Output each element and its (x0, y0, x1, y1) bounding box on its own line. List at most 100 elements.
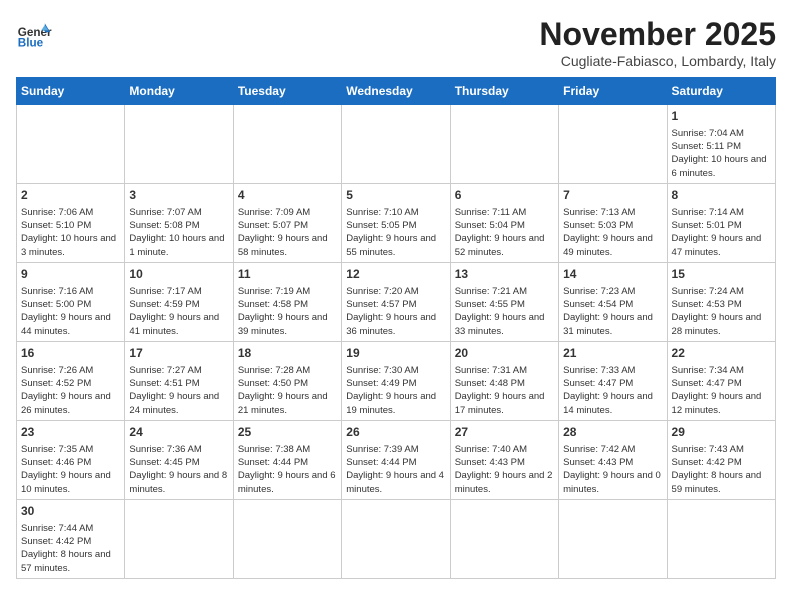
svg-text:Blue: Blue (18, 37, 44, 50)
calendar-cell: 23Sunrise: 7:35 AMSunset: 4:46 PMDayligh… (17, 420, 125, 499)
col-header-sunday: Sunday (17, 78, 125, 105)
calendar-cell (125, 105, 233, 184)
day-number: 7 (563, 187, 662, 204)
calendar-week-row: 16 Sunrise: 7:26 AMSunset: 4:52 PMDayligh… (17, 341, 776, 420)
day-info: Sunrise: 7:23 AMSunset: 4:54 PMDaylight:… (563, 286, 653, 337)
day-info: Sunrise: 7:38 AMSunset: 4:44 PMDaylight:… (238, 444, 336, 495)
calendar-cell: 20 Sunrise: 7:31 AMSunset: 4:48 PMDayligh… (450, 341, 558, 420)
calendar-cell (125, 499, 233, 578)
day-info: Sunrise: 7:42 AMSunset: 4:43 PMDaylight:… (563, 444, 661, 495)
calendar-cell (559, 105, 667, 184)
day-number: 10 (129, 266, 228, 283)
calendar-cell: 12Sunrise: 7:20 AMSunset: 4:57 PMDayligh… (342, 262, 450, 341)
calendar-cell: 19Sunrise: 7:30 AMSunset: 4:49 PMDayligh… (342, 341, 450, 420)
day-info: Sunrise: 7:19 AMSunset: 4:58 PMDaylight:… (238, 286, 328, 337)
day-number: 2 (21, 187, 120, 204)
calendar-cell: 30Sunrise: 7:44 AMSunset: 4:42 PMDayligh… (17, 499, 125, 578)
calendar-table: SundayMondayTuesdayWednesdayThursdayFrid… (16, 77, 776, 579)
day-info: Sunrise: 7:13 AMSunset: 5:03 PMDaylight:… (563, 207, 653, 258)
day-info: Sunrise: 7:31 AMSunset: 4:48 PMDaylight:… (455, 365, 545, 416)
day-number: 28 (563, 424, 662, 441)
day-info: Sunrise: 7:11 AMSunset: 5:04 PMDaylight:… (455, 207, 545, 258)
calendar-week-row: 9 Sunrise: 7:16 AMSunset: 5:00 PMDaylight… (17, 262, 776, 341)
day-number: 16 (21, 345, 120, 362)
calendar-cell: 22 Sunrise: 7:34 AMSunset: 4:47 PMDayligh… (667, 341, 775, 420)
calendar-cell: 25Sunrise: 7:38 AMSunset: 4:44 PMDayligh… (233, 420, 341, 499)
day-info: Sunrise: 7:30 AMSunset: 4:49 PMDaylight:… (346, 365, 436, 416)
calendar-cell: 8 Sunrise: 7:14 AMSunset: 5:01 PMDaylight… (667, 183, 775, 262)
calendar-cell (667, 499, 775, 578)
calendar-week-row: 23Sunrise: 7:35 AMSunset: 4:46 PMDayligh… (17, 420, 776, 499)
day-number: 26 (346, 424, 445, 441)
calendar-cell: 2 Sunrise: 7:06 AMSunset: 5:10 PMDaylight… (17, 183, 125, 262)
day-number: 21 (563, 345, 662, 362)
calendar-cell: 21 Sunrise: 7:33 AMSunset: 4:47 PMDayligh… (559, 341, 667, 420)
day-info: Sunrise: 7:14 AMSunset: 5:01 PMDaylight:… (672, 207, 762, 258)
day-info: Sunrise: 7:17 AMSunset: 4:59 PMDaylight:… (129, 286, 219, 337)
day-info: Sunrise: 7:33 AMSunset: 4:47 PMDaylight:… (563, 365, 653, 416)
day-number: 22 (672, 345, 771, 362)
day-info: Sunrise: 7:20 AMSunset: 4:57 PMDaylight:… (346, 286, 436, 337)
calendar-cell (450, 105, 558, 184)
day-info: Sunrise: 7:43 AMSunset: 4:42 PMDaylight:… (672, 444, 762, 495)
calendar-week-row: 2 Sunrise: 7:06 AMSunset: 5:10 PMDaylight… (17, 183, 776, 262)
day-info: Sunrise: 7:40 AMSunset: 4:43 PMDaylight:… (455, 444, 553, 495)
day-info: Sunrise: 7:16 AMSunset: 5:00 PMDaylight:… (21, 286, 111, 337)
day-number: 20 (455, 345, 554, 362)
day-number: 23 (21, 424, 120, 441)
calendar-cell: 14 Sunrise: 7:23 AMSunset: 4:54 PMDayligh… (559, 262, 667, 341)
day-number: 11 (238, 266, 337, 283)
day-number: 14 (563, 266, 662, 283)
day-number: 13 (455, 266, 554, 283)
calendar-cell (342, 499, 450, 578)
calendar-week-row: 30Sunrise: 7:44 AMSunset: 4:42 PMDayligh… (17, 499, 776, 578)
day-info: Sunrise: 7:36 AMSunset: 4:45 PMDaylight:… (129, 444, 227, 495)
calendar-week-row: 1 Sunrise: 7:04 AMSunset: 5:11 PMDaylight… (17, 105, 776, 184)
day-info: Sunrise: 7:06 AMSunset: 5:10 PMDaylight:… (21, 207, 116, 258)
day-number: 5 (346, 187, 445, 204)
day-info: Sunrise: 7:21 AMSunset: 4:55 PMDaylight:… (455, 286, 545, 337)
day-info: Sunrise: 7:04 AMSunset: 5:11 PMDaylight:… (672, 128, 767, 179)
day-info: Sunrise: 7:44 AMSunset: 4:42 PMDaylight:… (21, 523, 111, 574)
calendar-cell: 18 Sunrise: 7:28 AMSunset: 4:50 PMDayligh… (233, 341, 341, 420)
title-block: November 2025 Cugliate-Fabiasco, Lombard… (539, 16, 776, 69)
day-number: 1 (672, 108, 771, 125)
calendar-cell: 6Sunrise: 7:11 AMSunset: 5:04 PMDaylight… (450, 183, 558, 262)
calendar-cell: 29 Sunrise: 7:43 AMSunset: 4:42 PMDayligh… (667, 420, 775, 499)
calendar-cell: 3 Sunrise: 7:07 AMSunset: 5:08 PMDaylight… (125, 183, 233, 262)
calendar-cell: 24 Sunrise: 7:36 AMSunset: 4:45 PMDayligh… (125, 420, 233, 499)
calendar-cell: 13 Sunrise: 7:21 AMSunset: 4:55 PMDayligh… (450, 262, 558, 341)
day-number: 8 (672, 187, 771, 204)
calendar-cell: 27Sunrise: 7:40 AMSunset: 4:43 PMDayligh… (450, 420, 558, 499)
day-info: Sunrise: 7:34 AMSunset: 4:47 PMDaylight:… (672, 365, 762, 416)
day-number: 29 (672, 424, 771, 441)
calendar-cell (559, 499, 667, 578)
calendar-cell: 15 Sunrise: 7:24 AMSunset: 4:53 PMDayligh… (667, 262, 775, 341)
calendar-cell: 26Sunrise: 7:39 AMSunset: 4:44 PMDayligh… (342, 420, 450, 499)
calendar-cell: 7 Sunrise: 7:13 AMSunset: 5:03 PMDaylight… (559, 183, 667, 262)
location: Cugliate-Fabiasco, Lombardy, Italy (539, 53, 776, 69)
calendar-cell (342, 105, 450, 184)
day-info: Sunrise: 7:07 AMSunset: 5:08 PMDaylight:… (129, 207, 224, 258)
day-info: Sunrise: 7:24 AMSunset: 4:53 PMDaylight:… (672, 286, 762, 337)
day-info: Sunrise: 7:28 AMSunset: 4:50 PMDaylight:… (238, 365, 328, 416)
calendar-cell: 28 Sunrise: 7:42 AMSunset: 4:43 PMDayligh… (559, 420, 667, 499)
day-number: 15 (672, 266, 771, 283)
day-number: 3 (129, 187, 228, 204)
day-number: 9 (21, 266, 120, 283)
day-info: Sunrise: 7:09 AMSunset: 5:07 PMDaylight:… (238, 207, 328, 258)
day-number: 24 (129, 424, 228, 441)
calendar-cell (233, 499, 341, 578)
col-header-wednesday: Wednesday (342, 78, 450, 105)
col-header-tuesday: Tuesday (233, 78, 341, 105)
logo-icon: General Blue (16, 16, 52, 52)
day-info: Sunrise: 7:10 AMSunset: 5:05 PMDaylight:… (346, 207, 436, 258)
col-header-monday: Monday (125, 78, 233, 105)
day-info: Sunrise: 7:26 AMSunset: 4:52 PMDaylight:… (21, 365, 111, 416)
day-info: Sunrise: 7:27 AMSunset: 4:51 PMDaylight:… (129, 365, 219, 416)
calendar-header-row: SundayMondayTuesdayWednesdayThursdayFrid… (17, 78, 776, 105)
day-number: 18 (238, 345, 337, 362)
calendar-cell: 10 Sunrise: 7:17 AMSunset: 4:59 PMDayligh… (125, 262, 233, 341)
page-header: General Blue November 2025 Cugliate-Fabi… (16, 16, 776, 69)
day-number: 17 (129, 345, 228, 362)
